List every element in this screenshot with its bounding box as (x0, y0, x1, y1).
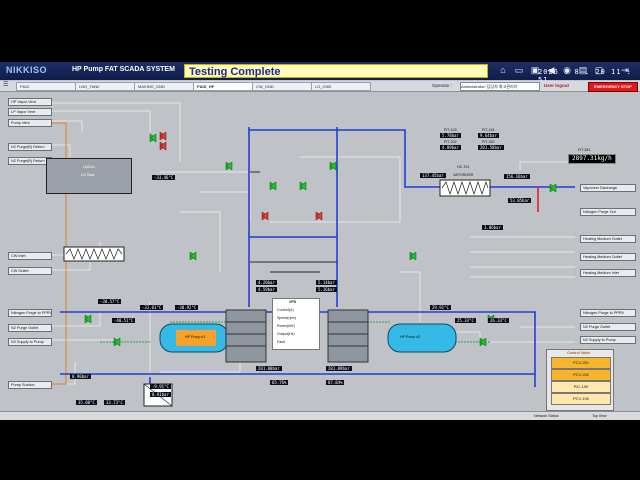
vfd-row-output: Output(Hz) (277, 332, 295, 336)
flow-tag: FIT-281 (578, 148, 591, 152)
nav-n2-purge-outlet-right[interactable]: N2 Purge Outlet (580, 323, 636, 331)
nav-heating-medium-outlet-2[interactable]: Heating Medium Outlet (580, 253, 636, 261)
network-status[interactable]: Network Status (534, 414, 558, 418)
scada-screen: NIKKISO HP Pump FAT SCADA SYSTEM Testing… (0, 62, 640, 420)
nav-pump-suction[interactable]: Pump Suction (8, 381, 52, 389)
ll-reading-4: -30.92°C (175, 305, 199, 310)
nav-n2-supply-pump-right[interactable]: N2 Supply to Pump (580, 336, 636, 344)
cv-pic-190-button[interactable]: PIC-190 (551, 381, 611, 393)
nav-cw-outlet[interactable]: CW Outlet (8, 267, 52, 275)
pump-a-press: 201.00bar (256, 366, 282, 371)
pump-a-label: HP Pump #1 (185, 335, 206, 339)
pit-115-value: 9.64bar (478, 133, 499, 138)
vfd-row-current: Current(A) (277, 308, 294, 312)
nav-vaporizer-discharge[interactable]: Vaporizer Discharge (580, 184, 636, 192)
control-valve-title: Control Valve (567, 351, 590, 355)
pump-b-load: 87.84% (326, 380, 345, 385)
letterbox-bottom (0, 420, 640, 480)
ttv-value: -33.46°C (152, 175, 176, 180)
nav-heating-medium-outlet-1[interactable]: Heating Medium Outlet (580, 235, 636, 243)
pit-202-tag: PIT-202 (444, 140, 457, 144)
vfd-row-speed: Speed(rpm) (277, 316, 296, 320)
vaporizer-temp-value: 156.16bar (504, 174, 530, 179)
cv-pcv-251-button[interactable]: PCV-251 (551, 357, 611, 369)
letterbox-top (0, 0, 640, 62)
vapor-out-value: 137.45bar (420, 173, 446, 178)
top-view[interactable]: Top View (592, 414, 607, 418)
lr-reading-2: 25.33°C (455, 318, 476, 323)
cv-pcv-190-button[interactable]: PCV-190 (551, 393, 611, 405)
vfd-panel[interactable]: VFD Current(A) Speed(rpm) Power(kW) Outp… (272, 298, 320, 350)
suction-temp: -9.91°C (150, 384, 171, 389)
nav-nitrogen-purge-pprv-right[interactable]: Nitrogen Purge to PPRV (580, 309, 636, 317)
suction-pressure: 0.90bar (70, 374, 91, 379)
ll-reading-1: -30.57°C (98, 299, 122, 304)
pit-252-value: 201.58bar (478, 145, 504, 150)
nav-n2-supply-pump[interactable]: N2 Supply to Pump (8, 338, 52, 346)
nav-hp-vapor-vent[interactable]: HP Vapor Vent (8, 98, 52, 106)
lng-tank-tag: LNG1A (83, 165, 95, 169)
vfd-row-fault: Fault (277, 340, 285, 344)
lr-reading-3: 26.33°C (488, 318, 509, 323)
pit-252-tag: PIT-252 (482, 140, 495, 144)
lng-tank[interactable]: LNG1A LG Tank (46, 158, 132, 194)
vfd-title: VFD (289, 300, 297, 304)
pump-b-press: 201.09bar (326, 366, 352, 371)
pit-115-tag: PIT-115 (482, 128, 495, 132)
nav-nitrogen-purge-out[interactable]: Nitrogen Purge Out (580, 208, 636, 216)
ll-reading-2: -48.51°C (112, 318, 136, 323)
ll-reading-3: -32.61°C (140, 305, 164, 310)
lr-reading-1: 29.91°C (430, 305, 451, 310)
nav-heating-medium-inlet[interactable]: Heating Medium Inlet (580, 269, 636, 277)
pump-b-label: HP Pump #2 (400, 335, 421, 339)
pit-202-value: 4.09bar (440, 145, 461, 150)
tit-704-value: 3.06bar (482, 225, 503, 230)
ll-reading-6: 33.73°C (104, 400, 125, 405)
nav-n2-purge-outlet[interactable]: N2 Purge Outlet (8, 324, 52, 332)
pit-103-value: 5.78bar (440, 133, 461, 138)
nav-cw-inlet[interactable]: CW Inlet (8, 252, 52, 260)
ll-reading-5: 35.00°C (76, 400, 97, 405)
pump-a-load: 65.76% (270, 380, 289, 385)
nav-pump-vent[interactable]: Pump Vent (8, 119, 52, 127)
vaporizer-tag: HC-701 (457, 165, 470, 169)
vfd-row-power: Power(kW) (277, 324, 295, 328)
pump-a-discharge-2: 4.59bar (256, 287, 277, 292)
vaporizer-label: VAPORIZER (453, 173, 474, 177)
control-valve-panel: Control Valve PCV-251 PCV-252 PIC-190 PC… (546, 349, 614, 411)
cw-exchanger (63, 246, 125, 262)
pump-b-discharge-1: 5.14bar (316, 280, 337, 285)
nav-nitrogen-purge-pprv[interactable]: Nitrogen Purge to PPRV (8, 309, 52, 317)
pit-103-tag: PIT-103 (444, 128, 457, 132)
suction-pressure-2: 0.91bar (150, 392, 171, 397)
pid-diagram (46, 102, 575, 407)
lng-tank-label: LG Tank (81, 173, 95, 177)
flow-value: 2897.31kg/h (568, 154, 616, 164)
pump-a-discharge-1: 4.20bar (256, 280, 277, 285)
status-strip: Network Status Top View (0, 411, 640, 420)
vaporizer-symbol (439, 179, 491, 197)
pump-b-discharge-2: 5.16bar (316, 287, 337, 292)
cv-pcv-252-button[interactable]: PCV-252 (551, 369, 611, 381)
nav-lp-vapor-vent[interactable]: LP Vapor Vent (8, 108, 52, 116)
vaporizer-pressure-value: 53.05bar (508, 198, 532, 203)
valves (84, 131, 557, 347)
nav-n2-purge-return-1[interactable]: N2 Purge(B) Return (8, 143, 52, 151)
